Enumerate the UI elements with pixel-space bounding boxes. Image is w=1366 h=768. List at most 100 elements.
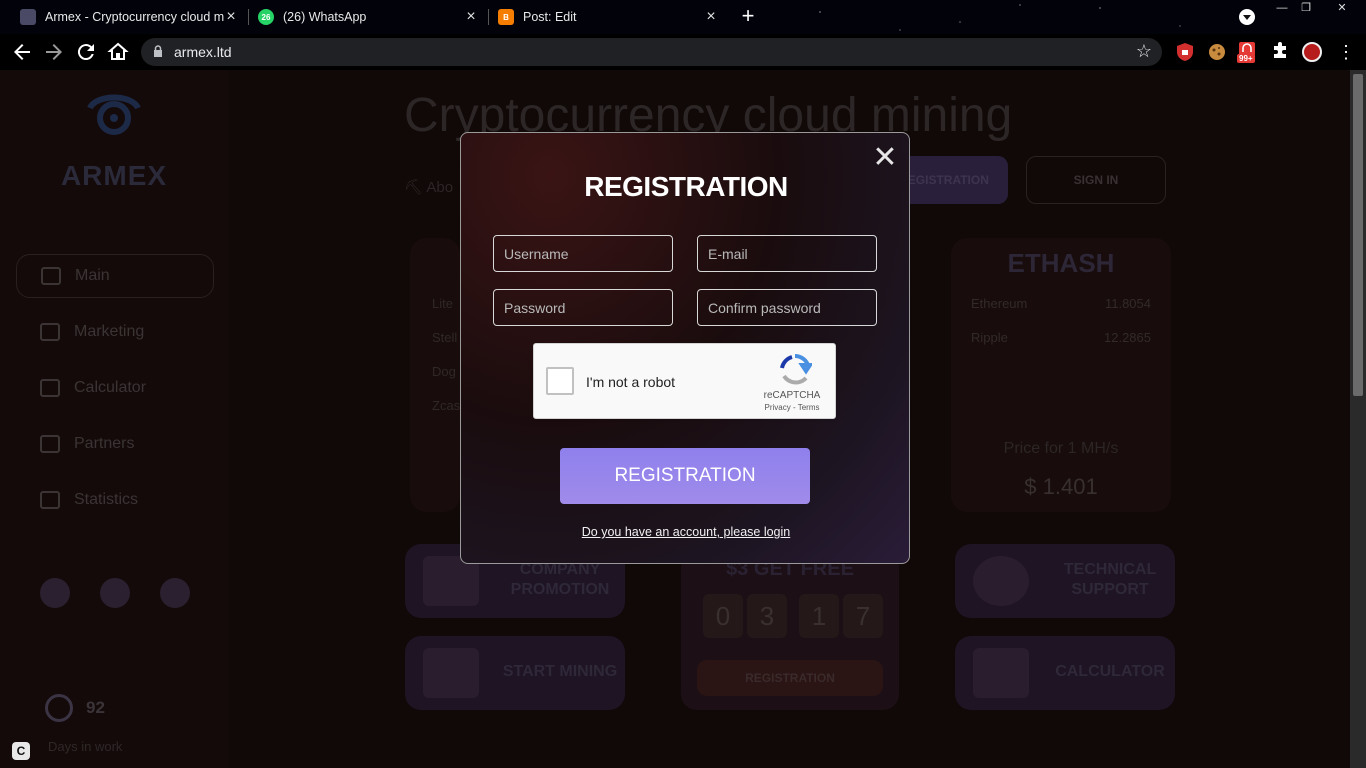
sidebar-item-main[interactable]: Main xyxy=(16,254,214,298)
address-bar[interactable]: armex.ltd ☆ xyxy=(141,38,1162,66)
reload-icon[interactable] xyxy=(74,40,98,64)
countdown-digit: 3 xyxy=(747,594,787,638)
tab-separator xyxy=(488,9,489,25)
tile-label: TECHNICAL SUPPORT xyxy=(1063,561,1157,598)
recaptcha-brand: reCAPTCHA xyxy=(763,390,821,401)
recaptcha-checkbox[interactable] xyxy=(546,367,574,395)
cookie-extension-icon[interactable] xyxy=(1207,42,1227,62)
countdown-digit: 1 xyxy=(799,594,839,638)
technical-support-tile[interactable]: TECHNICAL SUPPORT xyxy=(955,544,1175,618)
blogger-favicon-icon: B xyxy=(498,9,514,25)
puzzle-extensions-icon[interactable] xyxy=(1270,42,1290,62)
tab-blogger[interactable]: B Post: Edit × xyxy=(498,4,720,30)
coin-value: 11.8054 xyxy=(1104,296,1151,311)
armex-logo-icon xyxy=(87,94,141,135)
close-tab-icon[interactable]: × xyxy=(222,7,240,27)
close-icon[interactable]: ✕ xyxy=(872,143,898,173)
countdown-digit: 0 xyxy=(703,594,743,638)
scrollbar-thumb[interactable] xyxy=(1353,74,1363,396)
ethash-card: ETHASH Ethereum 11.8054 Ripple 12.2865 P… xyxy=(951,238,1171,512)
instagram-icon[interactable] xyxy=(40,578,70,608)
sign-in-button[interactable]: SIGN IN xyxy=(1026,156,1166,204)
sidebar-item-label: Partners xyxy=(74,435,135,452)
mining-art-icon xyxy=(423,648,479,698)
registration-submit-button[interactable]: REGISTRATION xyxy=(560,448,810,504)
tile-label: START MINING xyxy=(502,663,618,680)
facebook-icon[interactable] xyxy=(100,578,130,608)
countdown-digit: 7 xyxy=(843,594,883,638)
c-extension-icon[interactable]: C xyxy=(12,742,30,760)
password-input[interactable] xyxy=(493,289,673,326)
start-mining-tile[interactable]: START MINING xyxy=(405,636,625,710)
chart-icon xyxy=(40,323,60,341)
coin-label: Lite xyxy=(432,296,453,311)
tab-title: Armex - Cryptocurrency cloud m xyxy=(45,10,225,24)
tab-title: Post: Edit xyxy=(523,10,577,24)
tab-search-icon[interactable] xyxy=(1239,9,1255,25)
coin-name: Ripple xyxy=(971,330,1008,345)
days-in-work-value: 92 xyxy=(86,698,105,717)
url-text: armex.ltd xyxy=(174,44,232,60)
home-icon xyxy=(41,267,61,285)
about-label: Abo xyxy=(426,179,454,196)
username-input[interactable] xyxy=(493,235,673,272)
coin-label: Stell xyxy=(432,330,458,345)
minimize-icon[interactable]: — xyxy=(1272,0,1292,16)
sidebar-item-statistics[interactable]: Statistics xyxy=(16,478,214,522)
price-label: Price for 1 MH/s xyxy=(1003,440,1119,457)
close-window-icon[interactable]: ✕ xyxy=(1332,0,1352,16)
recaptcha-logo-icon xyxy=(780,354,812,385)
shield-extension-icon[interactable] xyxy=(1175,42,1195,62)
profile-avatar[interactable] xyxy=(1302,42,1322,62)
bonus-registration-button[interactable]: REGISTRATION xyxy=(697,660,883,696)
registration-modal: ✕ REGISTRATION I'm not a robot reCAPTCHA… xyxy=(460,132,910,564)
email-input[interactable] xyxy=(697,235,877,272)
home-icon[interactable] xyxy=(106,40,130,64)
recaptcha-widget: I'm not a robot reCAPTCHA Privacy - Term… xyxy=(533,343,836,419)
extension-badge: 99+ xyxy=(1237,54,1255,63)
days-in-work-label: Days in work xyxy=(48,739,123,754)
armex-favicon-icon xyxy=(20,9,36,25)
restore-icon[interactable]: ❐ xyxy=(1296,0,1316,16)
sidebar-item-label: Statistics xyxy=(74,491,139,508)
card-title: ETHASH xyxy=(1007,248,1115,278)
notifications-extension-icon[interactable]: 99+ xyxy=(1237,42,1261,63)
coin-row: Ethereum 11.8054 xyxy=(971,296,1151,311)
support-art-icon xyxy=(973,556,1029,606)
close-tab-icon[interactable]: × xyxy=(702,7,720,27)
whatsapp-favicon-icon: 26 xyxy=(258,9,274,25)
free-bonus-card: $3 GET FREE 0 3 1 7 REGISTRATION xyxy=(681,552,899,710)
close-tab-icon[interactable]: × xyxy=(462,7,480,27)
confirm-password-input[interactable] xyxy=(697,289,877,326)
recaptcha-terms-link[interactable]: Privacy - Terms xyxy=(752,403,832,412)
new-tab-button[interactable]: + xyxy=(738,5,758,27)
tab-whatsapp[interactable]: 26 (26) WhatsApp × xyxy=(258,4,480,30)
login-link[interactable]: Do you have an account, please login xyxy=(461,525,911,539)
sidebar-item-label: Calculator xyxy=(74,379,147,396)
bars-icon xyxy=(40,491,60,509)
tab-armex[interactable]: Armex - Cryptocurrency cloud m × xyxy=(20,4,240,30)
forward-icon[interactable] xyxy=(42,40,66,64)
calculator-tile[interactable]: CALCULATOR xyxy=(955,636,1175,710)
sidebar-item-label: Marketing xyxy=(74,323,145,340)
calculator-art-icon xyxy=(973,648,1029,698)
bookmark-star-icon[interactable]: ☆ xyxy=(1136,41,1152,62)
sidebar: ARMEX Main Marketing Calculator Partners… xyxy=(0,70,228,768)
clock-icon xyxy=(45,694,73,722)
telegram-icon[interactable] xyxy=(160,578,190,608)
price-value: $ 1.401 xyxy=(1024,474,1098,499)
page-scrollbar[interactable] xyxy=(1350,70,1366,768)
sidebar-item-label: Main xyxy=(75,267,110,284)
sidebar-item-partners[interactable]: Partners xyxy=(16,422,214,466)
tab-separator xyxy=(248,9,249,25)
logo-text: ARMEX xyxy=(60,160,168,191)
coin-value: 12.2865 xyxy=(1104,330,1151,345)
menu-icon[interactable]: ⋮ xyxy=(1334,40,1358,64)
back-icon[interactable] xyxy=(10,40,34,64)
about-link[interactable]: ⛏ Abo xyxy=(404,178,453,196)
sidebar-item-marketing[interactable]: Marketing xyxy=(16,310,214,354)
tab-strip: Armex - Cryptocurrency cloud m × 26 (26)… xyxy=(0,0,1366,34)
sidebar-item-calculator[interactable]: Calculator xyxy=(16,366,214,410)
users-icon xyxy=(40,435,60,453)
tile-label: COMPANY PROMOTION xyxy=(510,561,610,598)
